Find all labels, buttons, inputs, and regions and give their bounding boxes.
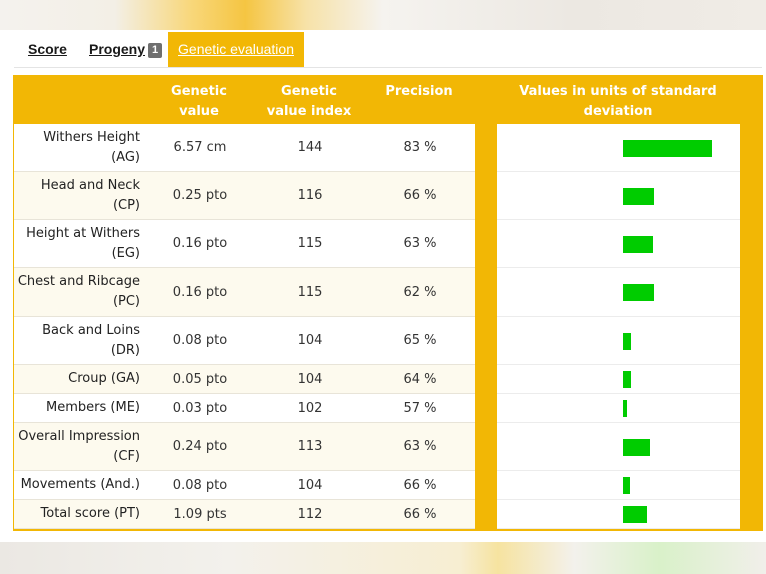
precision-value: 66 % <box>403 477 437 493</box>
genetic-value: 0.24 pto <box>172 439 228 454</box>
tab-progeny-label: Progeny <box>89 41 146 57</box>
genetic-value: 0.25 pto <box>172 188 228 203</box>
table-row: Overall Impression (CF) 0.24 pto 113 63 % <box>14 423 475 471</box>
std-deviation-bar <box>623 506 647 523</box>
genetic-evaluation-panel: Genetic value Genetic value index Precis… <box>13 75 763 531</box>
genetic-value: 0.16 pto <box>172 284 228 300</box>
genetic-value: 1.09 pts <box>173 506 227 522</box>
genetic-value-index: 112 <box>297 506 323 522</box>
std-deviation-bar <box>623 284 654 301</box>
std-deviation-bar <box>623 438 650 456</box>
std-deviation-bar <box>623 400 627 417</box>
genetic-value: 0.08 pto <box>172 333 228 348</box>
std-deviation-bar <box>623 371 631 388</box>
bar-row <box>497 365 740 394</box>
genetic-value-index: 116 <box>297 188 323 203</box>
table-row: Total score (PT) 1.09 pts 112 66 % <box>14 500 475 529</box>
precision-value: 66 % <box>403 188 437 203</box>
precision-value: 57 % <box>403 400 437 416</box>
tab-genetic-evaluation[interactable]: Genetic evaluation <box>168 32 304 67</box>
table-row: Height at Withers (EG) 0.16 pto 115 63 % <box>14 220 475 268</box>
table-row: Head and Neck (CP) 0.25 pto 116 66 % <box>14 172 475 220</box>
header-precision: Precision <box>385 84 453 99</box>
genetic-value-index: 104 <box>297 333 323 348</box>
table-row: Back and Loins (DR) 0.08 pto 104 65 % <box>14 317 475 365</box>
genetic-value: 0.16 pto <box>172 236 228 251</box>
genetic-value-index: 115 <box>297 284 323 300</box>
table-row: Members (ME) 0.03 pto 102 57 % <box>14 394 475 423</box>
genetic-value-index: 104 <box>297 371 323 387</box>
evaluation-table: Withers Height (AG) 6.57 cm 144 83 % Head an… <box>14 124 475 529</box>
bar-row <box>497 423 740 471</box>
trait-name: Back and Loins (DR) <box>42 322 140 358</box>
bar-row <box>497 500 740 529</box>
precision-value: 62 % <box>403 284 437 300</box>
bar-row <box>497 172 740 220</box>
tab-bar: Score Progeny 1 Genetic evaluation <box>14 32 762 68</box>
genetic-value: 0.05 pto <box>172 371 228 387</box>
genetic-value: 6.57 cm <box>173 140 227 155</box>
trait-name: Head and Neck (CP) <box>40 177 140 213</box>
precision-value: 63 % <box>403 439 437 454</box>
table-row: Withers Height (AG) 6.57 cm 144 83 % <box>14 124 475 172</box>
genetic-value-index: 102 <box>297 400 323 416</box>
header-genetic-value: Genetic value <box>171 84 227 119</box>
genetic-value-index: 104 <box>297 477 323 493</box>
background-blur-top <box>0 0 766 30</box>
bar-row <box>497 268 740 317</box>
header-std-deviation: Values in units of standard deviation <box>519 84 717 119</box>
tab-score[interactable]: Score <box>28 32 67 67</box>
background-blur-bottom <box>0 542 766 574</box>
trait-name: Members (ME) <box>46 400 140 415</box>
genetic-value-index: 113 <box>297 439 323 454</box>
table-row: Chest and Ribcage (PC) 0.16 pto 115 62 % <box>14 268 475 317</box>
bar-row <box>497 317 740 365</box>
precision-value: 64 % <box>403 371 437 387</box>
trait-name: Withers Height (AG) <box>43 129 140 165</box>
std-deviation-bar <box>623 235 653 253</box>
std-deviation-bars <box>497 124 740 529</box>
trait-name: Total score (PT) <box>40 506 140 521</box>
header-genetic-value-index: Genetic value index <box>266 84 352 119</box>
trait-name: Croup (GA) <box>68 371 140 386</box>
table-row: Croup (GA) 0.05 pto 104 64 % <box>14 365 475 394</box>
bar-row <box>497 124 740 172</box>
trait-name: Height at Withers (EG) <box>26 225 140 261</box>
genetic-value-index: 144 <box>297 140 323 155</box>
trait-name: Overall Impression (CF) <box>18 428 140 464</box>
std-deviation-bar <box>623 332 631 350</box>
genetic-value: 0.08 pto <box>172 477 228 493</box>
std-deviation-bar <box>623 187 654 205</box>
trait-name: Movements (And.) <box>20 477 140 492</box>
progeny-count-badge: 1 <box>148 43 163 58</box>
genetic-value-index: 115 <box>297 236 323 251</box>
precision-value: 65 % <box>403 333 437 348</box>
std-deviation-bar <box>623 139 712 157</box>
genetic-value: 0.03 pto <box>172 400 228 416</box>
precision-value: 66 % <box>403 506 437 522</box>
table-row: Movements (And.) 0.08 pto 104 66 % <box>14 471 475 500</box>
bar-row <box>497 220 740 268</box>
precision-value: 83 % <box>403 140 437 155</box>
trait-name: Chest and Ribcage (PC) <box>17 274 140 309</box>
tab-progeny[interactable]: Progeny 1 <box>89 32 163 67</box>
std-deviation-bar <box>623 477 630 494</box>
bar-row <box>497 471 740 500</box>
precision-value: 63 % <box>403 236 437 251</box>
bar-row <box>497 394 740 423</box>
